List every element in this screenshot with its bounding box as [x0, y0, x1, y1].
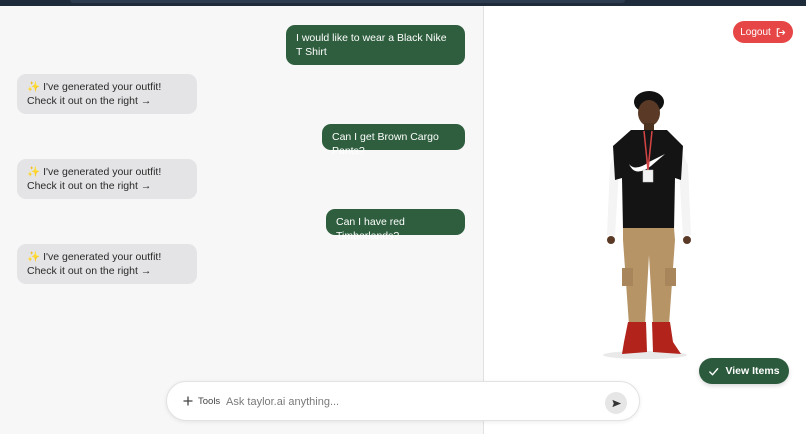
message-text: I've generated your outfit! Check it out…: [27, 81, 162, 107]
logout-button[interactable]: Logout: [733, 21, 793, 43]
plus-icon[interactable]: [181, 394, 195, 408]
chat-input[interactable]: [226, 392, 596, 412]
tools-button[interactable]: Tools: [198, 396, 220, 407]
outfit-model-image: [603, 91, 691, 359]
model-left-hand: [607, 236, 615, 244]
sparkle-icon: ✨: [27, 251, 41, 263]
user-message: I would like to wear a Black Nike T Shir…: [286, 25, 465, 65]
model-right-boot: [652, 322, 681, 354]
model-badge: [642, 169, 654, 183]
model-left-pocket: [622, 268, 633, 286]
check-icon: [709, 367, 719, 375]
assistant-message: ✨ I've generated your outfit! Check it ou…: [17, 159, 197, 199]
model-head: [638, 100, 660, 126]
message-text: I've generated your outfit! Check it out…: [27, 166, 162, 192]
view-items-label: View Items: [725, 365, 780, 377]
user-message: Can I get Brown Cargo Pants?: [322, 124, 465, 157]
user-message: Can I have red Timberlands?: [326, 209, 465, 242]
message-text: I would like to wear a Black Nike T Shir…: [296, 32, 447, 58]
message-text: I've generated your outfit! Check it out…: [27, 251, 162, 277]
chat-composer: Tools: [166, 381, 640, 421]
message-text: Can I have red Timberlands?: [336, 216, 405, 242]
model-right-pocket: [665, 268, 676, 286]
model-left-boot: [622, 322, 647, 354]
send-icon: [611, 399, 621, 407]
send-button[interactable]: [605, 392, 627, 414]
top-bar-strip: [70, 0, 625, 3]
sparkle-icon: ✨: [27, 81, 41, 93]
view-items-button[interactable]: View Items: [699, 358, 789, 384]
logout-label: Logout: [740, 26, 771, 38]
assistant-message: ✨ I've generated your outfit! Check it ou…: [17, 244, 197, 284]
assistant-message: ✨ I've generated your outfit! Check it ou…: [17, 74, 197, 114]
model-right-hand: [683, 236, 691, 244]
sparkle-icon: ✨: [27, 166, 41, 178]
logout-icon: [776, 27, 785, 37]
